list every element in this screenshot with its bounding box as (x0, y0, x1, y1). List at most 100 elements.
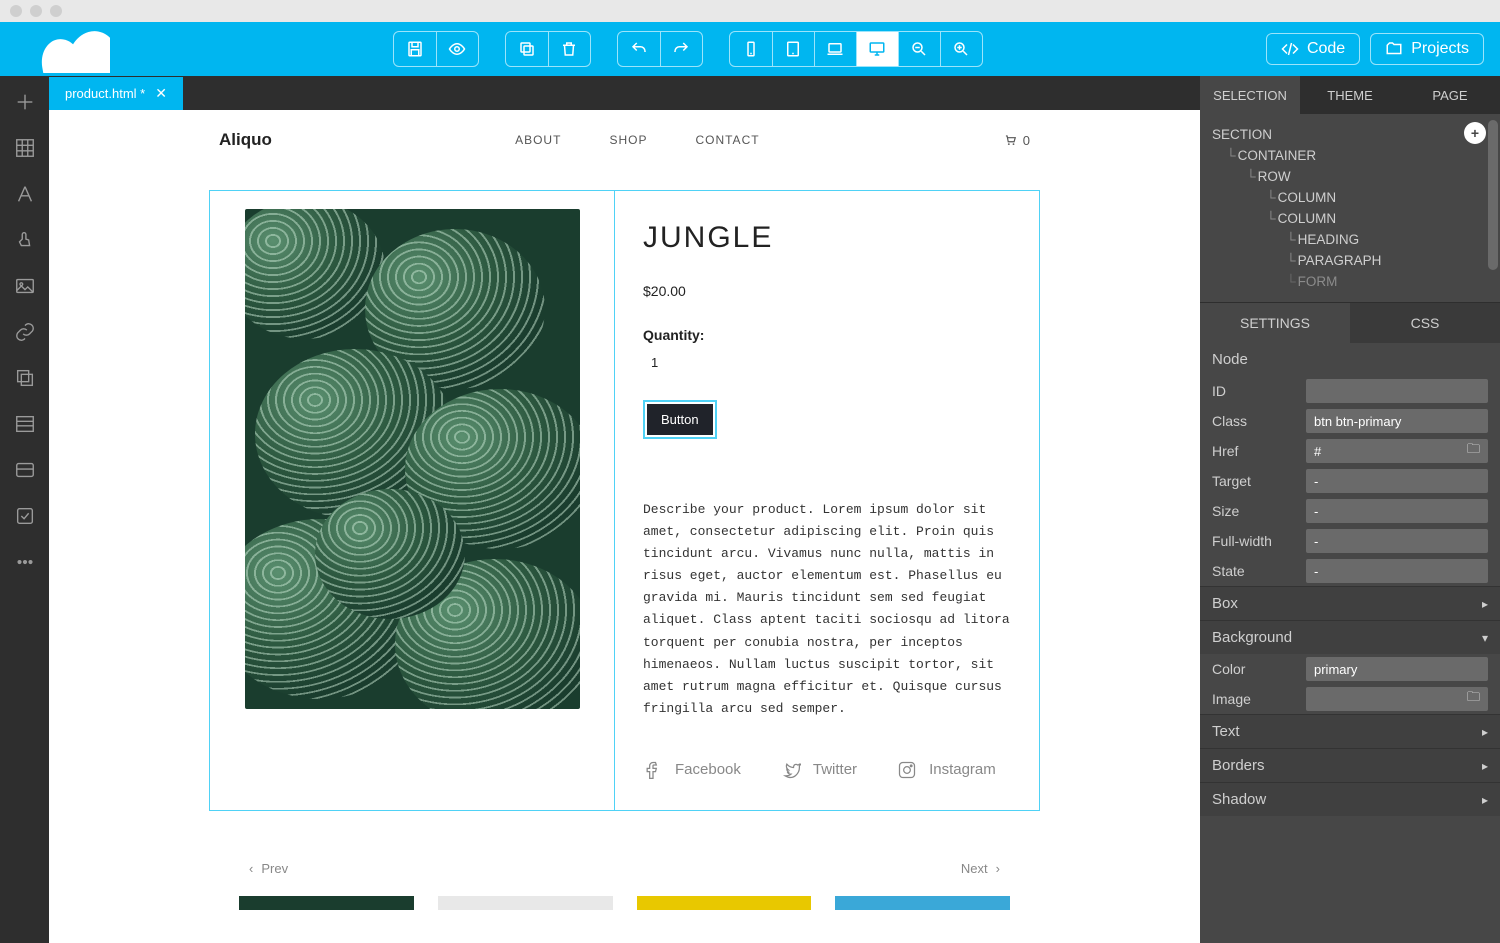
duplicate-button[interactable] (13, 366, 37, 390)
cart-button[interactable]: 0 (1003, 133, 1030, 148)
site-brand[interactable]: Aliquo (219, 130, 272, 150)
prop-size-field[interactable]: - (1306, 499, 1488, 523)
delete-button[interactable] (548, 32, 590, 66)
shadow-section-header[interactable]: Shadow▸ (1200, 782, 1500, 816)
product-row-selected[interactable]: JUNGLE $20.00 Quantity: 1 Button Describ… (209, 190, 1040, 811)
background-section-header[interactable]: Background▾ (1200, 620, 1500, 654)
next-button[interactable]: Next› (961, 861, 1000, 876)
tree-item-section[interactable]: SECTION (1212, 124, 1488, 145)
zoom-out-button[interactable] (898, 32, 940, 66)
prop-fullwidth-field[interactable]: - (1306, 529, 1488, 553)
prev-button[interactable]: ‹Prev (249, 861, 288, 876)
prop-id-field[interactable] (1306, 379, 1488, 403)
image-button[interactable] (13, 274, 37, 298)
projects-button[interactable]: Projects (1370, 33, 1484, 65)
tree-item-container[interactable]: └CONTAINER (1212, 145, 1488, 166)
thumb-4[interactable] (835, 896, 1010, 910)
product-details-column[interactable]: JUNGLE $20.00 Quantity: 1 Button Describ… (615, 191, 1039, 810)
tab-theme[interactable]: THEME (1300, 76, 1400, 114)
link-button[interactable] (13, 320, 37, 344)
quantity-value[interactable]: 1 (651, 355, 1011, 370)
traffic-light-close[interactable] (10, 5, 22, 17)
tree-item-column-2[interactable]: └COLUMN (1212, 208, 1488, 229)
prop-href-label: Href (1212, 443, 1298, 459)
instagram-icon (897, 760, 917, 780)
folder-icon[interactable]: 🗀 (1467, 440, 1480, 462)
save-button[interactable] (394, 32, 436, 66)
nav-about[interactable]: ABOUT (515, 133, 561, 147)
borders-section-header[interactable]: Borders▸ (1200, 748, 1500, 782)
tree-item-row[interactable]: └ROW (1212, 166, 1488, 187)
canvas[interactable]: Aliquo ABOUT SHOP CONTACT 0 (49, 110, 1200, 943)
grid-button[interactable] (13, 136, 37, 160)
app-logo (20, 25, 110, 73)
product-button[interactable]: Button (647, 404, 713, 435)
twitter-link[interactable]: Twitter (781, 760, 857, 780)
right-panel: SELECTION THEME PAGE + SECTION └CONTAINE… (1200, 76, 1500, 943)
preview-button[interactable] (436, 32, 478, 66)
card-button[interactable] (13, 458, 37, 482)
nav-shop[interactable]: SHOP (609, 133, 647, 147)
app-toolbar: Code Projects (0, 22, 1500, 76)
bg-image-label: Image (1212, 691, 1298, 707)
tree-add-button[interactable]: + (1464, 122, 1486, 144)
prop-href-field[interactable]: #🗀 (1306, 439, 1488, 463)
product-image-column[interactable] (210, 191, 615, 810)
viewport-phone-button[interactable] (730, 32, 772, 66)
prop-state-field[interactable]: - (1306, 559, 1488, 583)
code-button[interactable]: Code (1266, 33, 1360, 65)
redo-button[interactable] (660, 32, 702, 66)
window-titlebar (0, 0, 1500, 22)
tree-scrollbar[interactable] (1488, 120, 1498, 270)
form-button[interactable] (13, 504, 37, 528)
list-button[interactable] (13, 412, 37, 436)
product-price[interactable]: $20.00 (643, 283, 1011, 299)
zoom-in-button[interactable] (940, 32, 982, 66)
tab-page[interactable]: PAGE (1400, 76, 1500, 114)
viewport-laptop-button[interactable] (814, 32, 856, 66)
tab-settings[interactable]: SETTINGS (1200, 303, 1350, 343)
instagram-link[interactable]: Instagram (897, 760, 996, 780)
tab-selection[interactable]: SELECTION (1200, 76, 1300, 114)
add-element-button[interactable] (13, 90, 37, 114)
nav-contact[interactable]: CONTACT (695, 133, 759, 147)
chevron-down-icon: ▾ (1482, 631, 1488, 645)
thumb-1[interactable] (239, 896, 414, 910)
left-sidebar (0, 76, 49, 943)
product-image[interactable] (245, 209, 580, 709)
pager: ‹Prev Next› (249, 861, 1000, 876)
file-tab[interactable]: product.html * ✕ (49, 77, 183, 110)
code-icon (1281, 40, 1299, 58)
tree-item-heading[interactable]: └HEADING (1212, 229, 1488, 250)
facebook-link[interactable]: Facebook (643, 760, 741, 780)
file-tab-name: product.html * (65, 86, 145, 101)
chevron-right-icon: ▸ (1482, 725, 1488, 739)
bg-image-field[interactable]: 🗀 (1306, 687, 1488, 711)
prop-state-label: State (1212, 563, 1298, 579)
text-button[interactable] (13, 182, 37, 206)
tab-css[interactable]: CSS (1350, 303, 1500, 343)
traffic-light-minimize[interactable] (30, 5, 42, 17)
more-button[interactable] (13, 550, 37, 574)
product-description[interactable]: Describe your product. Lorem ipsum dolor… (643, 499, 1011, 720)
folder-icon[interactable]: 🗀 (1467, 688, 1480, 710)
thumb-2[interactable] (438, 896, 613, 910)
viewport-tablet-button[interactable] (772, 32, 814, 66)
tree-item-paragraph[interactable]: └PARAGRAPH (1212, 250, 1488, 271)
box-section-header[interactable]: Box▸ (1200, 586, 1500, 620)
selected-button-element[interactable]: Button (643, 400, 717, 439)
prop-class-field[interactable]: btn btn-primary (1306, 409, 1488, 433)
copy-button[interactable] (506, 32, 548, 66)
undo-button[interactable] (618, 32, 660, 66)
tree-item-column-1[interactable]: └COLUMN (1212, 187, 1488, 208)
product-title[interactable]: JUNGLE (643, 221, 1011, 255)
traffic-light-zoom[interactable] (50, 5, 62, 17)
text-section-header[interactable]: Text▸ (1200, 714, 1500, 748)
thumb-3[interactable] (637, 896, 812, 910)
prop-target-field[interactable]: - (1306, 469, 1488, 493)
tree-item-form[interactable]: └FORM (1212, 271, 1488, 292)
viewport-desktop-button[interactable] (856, 32, 898, 66)
button-element-button[interactable] (13, 228, 37, 252)
close-tab-icon[interactable]: ✕ (155, 85, 167, 102)
bg-color-field[interactable]: primary (1306, 657, 1488, 681)
